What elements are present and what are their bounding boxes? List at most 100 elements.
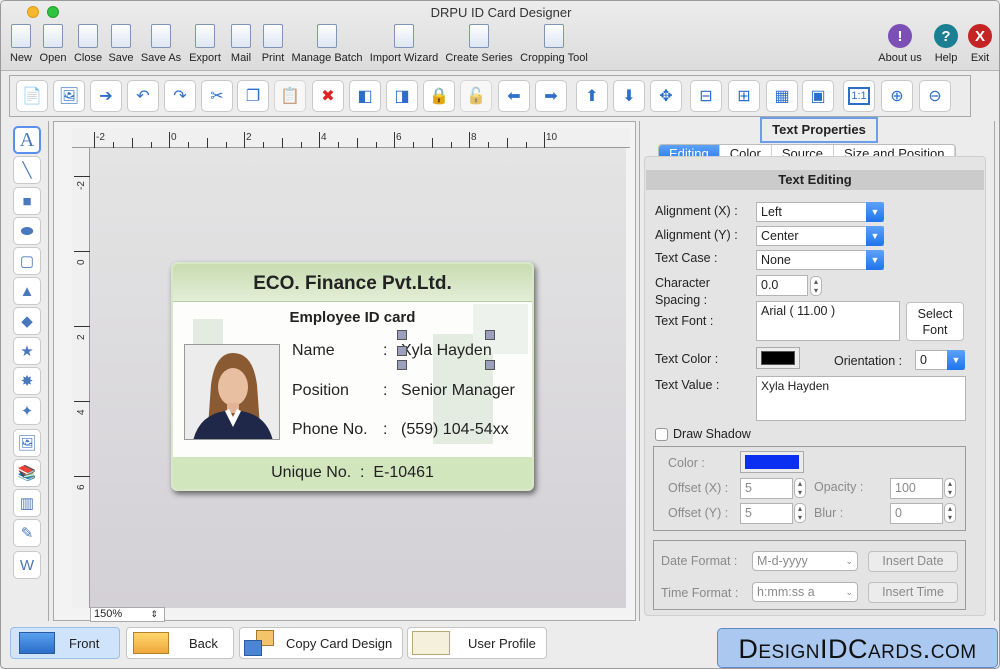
resize-handle[interactable] [485,330,495,340]
date-format-select[interactable]: M-d-yyyy ⌄ [752,551,858,571]
blur-input[interactable]: 0 [890,503,943,524]
library-tool-button[interactable]: 📚 [13,459,41,487]
text-font-field[interactable]: Arial ( 11.00 ) [756,301,900,341]
ellipse-tool-button[interactable]: ⬬ [13,217,41,245]
card-footer[interactable]: Unique No. : E-10461 [173,457,532,489]
redo-button[interactable]: ↷ [164,80,196,112]
resize-handle[interactable] [397,346,407,356]
unlock-button[interactable]: 🔓 [460,80,492,112]
card-company-name[interactable]: ECO. Finance Pvt.Ltd. [173,264,532,302]
background-image-button[interactable]: 🖼 [53,80,85,112]
ruler-minor-tick [357,138,358,148]
copy-button[interactable]: ❐ [237,80,269,112]
char-spacing-stepper[interactable]: ▴ ▾ [810,276,822,296]
properties-button[interactable]: 📄 [16,80,48,112]
resize-handle[interactable] [397,330,407,340]
barcode-tool-button[interactable]: ▥ [13,489,41,517]
opacity-stepper[interactable]: ▴ ▾ [944,478,956,498]
char-spacing-input[interactable]: 0.0 [756,275,808,296]
text-value-textarea[interactable]: Xyla Hayden [756,376,966,421]
four-point-star-tool-button[interactable]: ✦ [13,397,41,425]
offset-y-input[interactable]: 5 [740,503,793,524]
resize-handle[interactable] [397,360,407,370]
move-up-button[interactable]: ⬆ [576,80,608,112]
resize-handle[interactable] [485,360,495,370]
offset-x-stepper[interactable]: ▴ ▾ [794,478,806,498]
draw-shadow-checkbox[interactable] [655,428,668,441]
id-card[interactable]: ECO. Finance Pvt.Ltd. Employee ID card N… [171,262,534,491]
actual-size-button[interactable]: 1:1 [843,80,875,112]
delete-button[interactable]: ✖ [312,80,344,112]
opacity-input[interactable]: 100 [890,478,943,499]
redo-icon: ↷ [173,88,187,105]
lock-button[interactable]: 🔒 [423,80,455,112]
zoom-out-button[interactable]: ⊖ [919,80,951,112]
orientation-select[interactable]: 0 ▼ [915,350,965,370]
triangle-tool-button[interactable]: ▲ [13,277,41,305]
star-tool-button[interactable]: ★ [13,337,41,365]
copy-card-design-button[interactable]: Copy Card Design [239,627,403,659]
burst-tool-button[interactable]: ✸ [13,367,41,395]
toolbar-cropping-tool-button[interactable]: Cropping Tool [512,23,596,64]
rectangle-tool-button[interactable]: ■ [13,187,41,215]
offset-x-input[interactable]: 5 [740,478,793,499]
blur-stepper[interactable]: ▴ ▾ [944,503,956,523]
signature-tool-button[interactable]: ✎ [13,519,41,547]
move-down-button[interactable]: ⬇ [613,80,645,112]
ruler-minor-tick [432,138,433,148]
send-to-back-button[interactable]: ◨ [386,80,418,112]
line-tool-button[interactable]: ╲ [13,156,41,184]
align-vertical-center-button[interactable]: ⊞ [728,80,760,112]
toolbar-create-series-button[interactable]: Create Series [437,23,521,64]
cut-button[interactable]: ✂ [201,80,233,112]
rounded-rectangle-tool-button[interactable]: ▢ [13,247,41,275]
toolbar-exit-button[interactable]: X Exit [955,23,999,64]
card-field-label[interactable]: Position [292,382,349,400]
grid-button[interactable]: ▦ [766,80,798,112]
paste-button[interactable]: 📋 [274,80,306,112]
alignment-x-select[interactable]: Left ▼ [756,202,884,222]
import-image-button[interactable]: ➔ [90,80,122,112]
watermark-tool-button[interactable]: W [13,551,41,579]
select-font-button[interactable]: Select Font [906,302,964,341]
alignment-y-select[interactable]: Center ▼ [756,226,884,246]
undo-button[interactable]: ↶ [127,80,159,112]
front-button[interactable]: Front [10,627,120,659]
offset-y-stepper[interactable]: ▴ ▾ [794,503,806,523]
insert-time-button[interactable]: Insert Time [868,582,958,603]
card-field-label[interactable]: Name [292,342,335,360]
toolbar-manage-batch-button[interactable]: Manage Batch [285,23,369,64]
zoom-level-stepper[interactable]: 150% ⇕ [90,607,165,622]
shadow-color-swatch[interactable] [740,451,804,473]
text-case-select[interactable]: None ▼ [756,250,884,270]
card-subtitle[interactable]: Employee ID card [173,309,532,326]
time-format-select[interactable]: h:mm:ss a ⌄ [752,582,858,602]
insert-date-button[interactable]: Insert Date [868,551,958,572]
employee-photo[interactable] [184,344,280,440]
diamond-tool-button[interactable]: ◆ [13,307,41,335]
card-field-separator[interactable]: : [383,382,387,400]
image-tool-button[interactable]: 🖼 [13,429,41,457]
bring-to-front-button[interactable]: ◧ [349,80,381,112]
card-field-value[interactable]: (559) 104-54xx [401,421,509,439]
card-field-value[interactable]: Senior Manager [401,382,515,400]
back-button[interactable]: Back [126,627,234,659]
alignment-y-label: Alignment (Y) : [655,228,738,242]
text-color-swatch[interactable] [756,347,800,369]
card-field-separator[interactable]: : [383,421,387,439]
zoom-in-button[interactable]: ⊕ [881,80,913,112]
ruler-minor-tick [207,138,208,148]
card-field-separator[interactable]: : [383,342,387,360]
toolbar-about-us-button[interactable]: ! About us [875,23,925,64]
center-button[interactable]: ✥ [650,80,682,112]
card-field-value[interactable]: Xyla Hayden [401,342,492,360]
user-profile-button[interactable]: User Profile [407,627,547,659]
text-tool-button[interactable]: A [13,126,41,154]
align-horizontal-center-button[interactable]: ⊟ [690,80,722,112]
move-left-button[interactable]: ⬅ [498,80,530,112]
card-field-label[interactable]: Phone No. [292,421,368,439]
brand-banner: DesignIDCards.com [717,628,998,668]
move-right-button[interactable]: ➡ [535,80,567,112]
toolbar-import-wizard-button[interactable]: Import Wizard [362,23,446,64]
ruler-button[interactable]: ▣ [802,80,834,112]
